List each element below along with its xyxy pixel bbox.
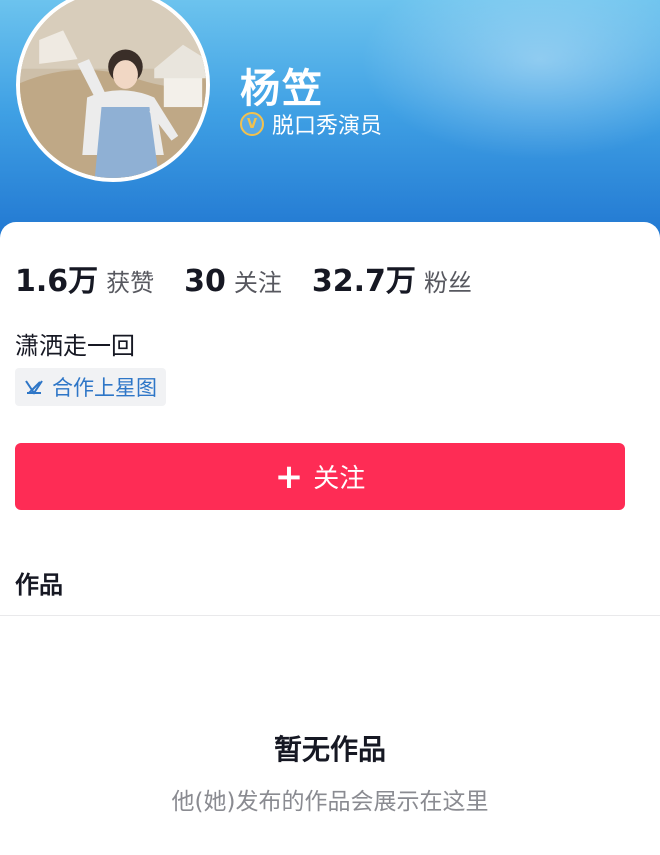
avatar-photo [20,0,206,178]
empty-state-subtitle: 他(她)发布的作品会展示在这里 [171,789,489,815]
stat-label: 获赞 [106,269,155,297]
follow-button[interactable]: + 关注 [15,443,625,510]
tag-label: 合作上星图 [52,376,157,400]
star-map-tag[interactable]: 合作上星图 [15,368,166,406]
divider [0,615,660,616]
profile-header: 杨笠 V 脱口秀演员 [0,0,660,250]
verified-v-icon: V [240,112,264,136]
empty-state-title: 暂无作品 [273,733,386,766]
works-tab[interactable]: 作品 [15,565,63,600]
stat-likes[interactable]: 1.6万 获赞 [15,256,154,300]
avatar[interactable] [16,0,210,182]
profile-bio: 潇洒走一回 [15,332,135,360]
stats-row: 1.6万 获赞 30 关注 32.7万 粉丝 [15,256,502,300]
verification-info: V 脱口秀演员 [240,110,383,139]
profile-name: 杨笠 [240,66,324,112]
plus-icon: + [274,456,304,497]
stat-followers[interactable]: 32.7万 粉丝 [312,256,472,300]
stat-value: 30 [184,264,226,299]
stat-following[interactable]: 30 关注 [184,263,282,299]
follow-button-label: 关注 [313,464,366,494]
stat-value: 32.7万 [311,264,416,299]
profile-card: 1.6万 获赞 30 关注 32.7万 粉丝 潇洒走一回 合作上星图 + 关注 … [0,222,660,855]
stat-value: 1.6万 [15,264,99,299]
verification-text: 脱口秀演员 [272,114,383,139]
star-map-icon [25,380,43,395]
stat-label: 粉丝 [423,269,472,297]
stat-label: 关注 [233,269,282,297]
